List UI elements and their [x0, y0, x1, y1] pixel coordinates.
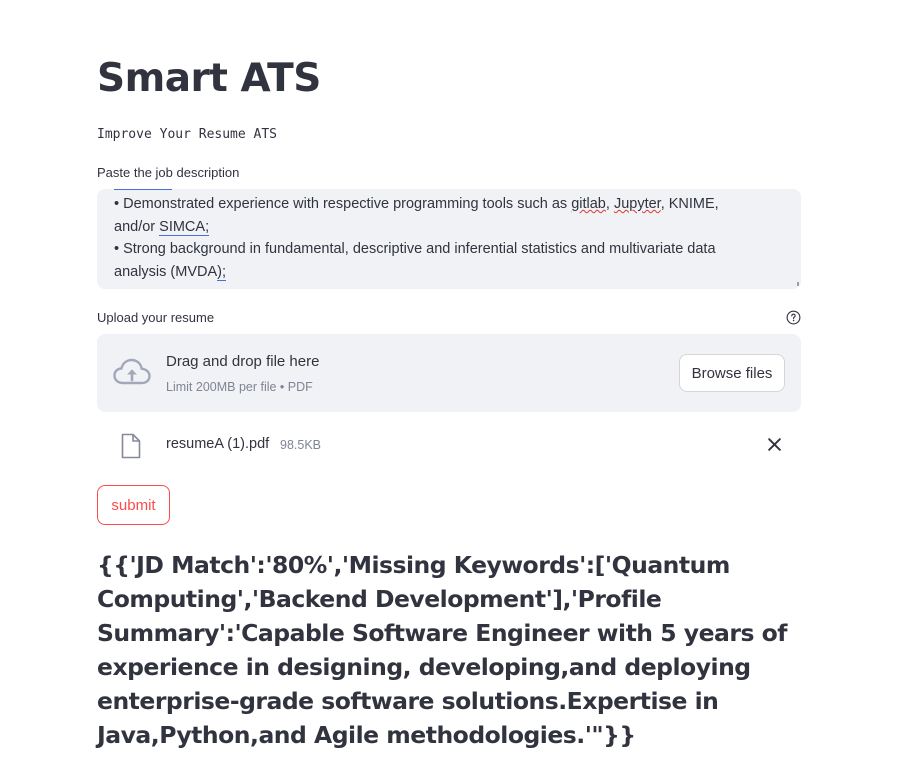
textarea-text: , — [605, 196, 614, 212]
textarea-line: • Demonstrated experience with respectiv… — [114, 193, 785, 216]
uploaded-file-row: resumeA (1).pdf 98.5KB — [97, 428, 801, 462]
job-description-label: Paste the job description — [97, 165, 240, 180]
close-icon[interactable] — [767, 437, 782, 452]
uploaded-file-name: resumeA (1).pdf — [166, 436, 270, 452]
help-circle-icon[interactable] — [786, 310, 801, 325]
submit-button[interactable]: submit — [97, 485, 170, 525]
resize-handle[interactable] — [797, 282, 799, 286]
dropzone-instruction: Drag and drop file here — [166, 353, 320, 370]
browse-files-button[interactable]: Browse files — [679, 354, 785, 392]
textarea-text: • Demonstrated experience with respectiv… — [114, 196, 572, 212]
dropzone-limit: Limit 200MB per file • PDF — [166, 380, 313, 394]
scrolled-underline-fragment — [114, 189, 172, 193]
cloud-upload-icon — [113, 358, 151, 385]
file-icon — [121, 433, 141, 459]
job-description-textarea[interactable]: • Demonstrated experience with respectiv… — [97, 189, 801, 289]
textarea-line: • Strong background in fundamental, desc… — [114, 238, 785, 261]
textarea-text: , KNIME, — [660, 196, 719, 212]
page-subtitle: Improve Your Resume ATS — [97, 127, 278, 142]
upload-label: Upload your resume — [97, 310, 215, 325]
textarea-text: analysis (MVDA — [114, 264, 218, 281]
linked-word: SIMCA; — [159, 218, 210, 236]
spellcheck-word: gitlab — [571, 196, 606, 212]
textarea-text: and/or — [114, 218, 160, 235]
linked-word: ); — [217, 264, 226, 282]
page-title: Smart ATS — [97, 56, 321, 101]
textarea-line: and/or SIMCA; — [114, 216, 785, 239]
file-dropzone[interactable]: Drag and drop file here Limit 200MB per … — [97, 334, 801, 412]
uploaded-file-size: 98.5KB — [280, 438, 322, 452]
spellcheck-word: Jupyter — [613, 196, 661, 212]
textarea-text: • Strong background in fundamental, desc… — [114, 241, 716, 258]
result-output: {{'JD Match':'80%','Missing Keywords':['… — [97, 551, 788, 749]
textarea-line: analysis (MVDA); — [114, 261, 785, 284]
